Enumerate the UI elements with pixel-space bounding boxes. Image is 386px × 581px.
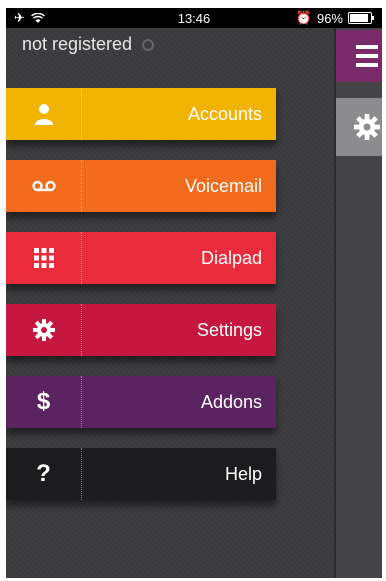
question-icon: ? xyxy=(36,460,51,487)
menu-item-settings[interactable]: Settings xyxy=(6,304,276,356)
menu-item-dialpad[interactable]: Dialpad xyxy=(6,232,276,284)
menu-item-label: Settings xyxy=(196,319,262,340)
hamburger-menu-button[interactable] xyxy=(336,30,382,82)
person-icon xyxy=(34,104,53,125)
menu-item-label: Accounts xyxy=(187,103,262,124)
gear-icon xyxy=(32,319,55,341)
menu-item-voicemail[interactable]: Voicemail xyxy=(6,160,276,212)
battery-icon xyxy=(348,12,374,24)
status-indicator-icon xyxy=(142,38,155,51)
menu-item-label: Dialpad xyxy=(200,247,262,268)
dollar-icon: $ xyxy=(36,388,51,415)
settings-gear-button[interactable] xyxy=(336,98,382,156)
menu-item-label: Voicemail xyxy=(184,175,262,196)
menu-item-label: Help xyxy=(224,463,262,484)
phone-screen: ✈ 13:46 ⏰ 96% not registered Accounts Vo… xyxy=(6,8,382,578)
registration-text: not registered xyxy=(22,34,133,54)
dialpad-icon xyxy=(33,248,54,268)
main-content-edge xyxy=(334,28,382,578)
menu-item-help[interactable]: ? Help xyxy=(6,448,276,500)
status-bar: ✈ 13:46 ⏰ 96% xyxy=(6,8,382,28)
menu-item-accounts[interactable]: Accounts xyxy=(6,88,276,140)
alarm-icon: ⏰ xyxy=(295,10,312,25)
gear-icon xyxy=(354,114,380,140)
registration-status: not registered xyxy=(22,34,155,55)
menu-panel: not registered Accounts Voicemail Dialpa… xyxy=(6,28,334,578)
voicemail-icon xyxy=(31,180,56,192)
battery-percent: 96% xyxy=(316,10,343,26)
menu-item-label: Addons xyxy=(200,391,262,412)
menu-item-addons[interactable]: $ Addons xyxy=(6,376,276,428)
